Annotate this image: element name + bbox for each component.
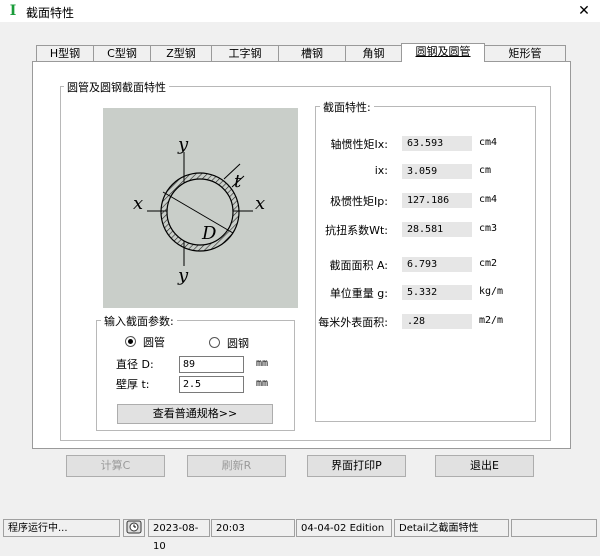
tab-rect-tube[interactable]: 矩形管 [484,45,566,62]
prop-label-weight: 单位重量 g: [329,287,388,300]
prop-value-surface: .28 [402,314,472,329]
status-bar: 程序运行中... 2023-08-10 20:03 04-04-02 Editi… [0,517,600,552]
prop-unit-ip: cm4 [479,194,498,205]
tab-z-steel[interactable]: Z型钢 [150,45,212,62]
prop-unit-ix-radius: cm [479,165,492,176]
prop-label-area: 截面面积 A: [329,259,388,272]
refresh-button[interactable]: 刷新R [187,455,286,477]
prop-value-area: 6.793 [402,257,472,272]
exit-button[interactable]: 退出E [435,455,534,477]
status-empty [511,519,597,537]
prop-label-ix-radius: ix: [374,164,388,177]
radio-bar[interactable] [209,337,220,348]
status-time: 20:03 [211,519,295,537]
tab-h-steel[interactable]: H型钢 [36,45,94,62]
status-date: 2023-08-10 [148,519,210,552]
title-bar: I 截面特性 ✕ [0,0,600,22]
tab-i-beam[interactable]: 工字钢 [211,45,279,62]
window-title: 截面特性 [26,6,75,20]
label-t: t [234,171,242,192]
thickness-unit: mm [256,378,269,389]
tab-round-tube[interactable]: 圆钢及圆管 [401,43,485,62]
status-edition: 04-04-02 Edition [296,519,392,537]
calc-button[interactable]: 计算C [66,455,165,477]
prop-value-weight: 5.332 [402,285,472,300]
radio-tube[interactable] [125,336,136,347]
section-group-label: 圆管及圆钢截面特性 [64,79,169,95]
diameter-input[interactable]: 89 [179,356,244,373]
status-running: 程序运行中... [3,519,120,537]
tab-angle[interactable]: 角钢 [345,45,402,62]
close-button[interactable]: ✕ [570,0,598,22]
prop-unit-wt: cm3 [479,223,498,234]
label-y-bottom: y [177,265,189,286]
print-button[interactable]: 界面打印P [307,455,406,477]
thickness-input[interactable]: 2.5 [179,376,244,393]
prop-unit-area: cm2 [479,258,498,269]
prop-unit-ix-moment: cm4 [479,137,498,148]
prop-label-ix-moment: 轴惯性矩Ix: [330,138,388,151]
tube-inner [166,178,234,246]
thickness-label: 壁厚 t: [116,378,150,391]
prop-label-wt: 抗扭系数Wt: [325,224,388,237]
prop-unit-weight: kg/m [479,286,504,297]
prop-label-ip: 极惯性矩Ip: [330,195,388,208]
prop-value-ip: 127.186 [402,193,472,208]
tab-c-steel[interactable]: C型钢 [93,45,151,62]
view-spec-button[interactable]: 查看普通规格>> [117,404,273,424]
app-icon: I [9,3,17,19]
label-y-top: y [177,134,189,155]
clock-icon [123,519,145,537]
label-x-left: x [133,193,143,214]
prop-value-wt: 28.581 [402,222,472,237]
label-D: D [201,223,217,244]
prop-value-ix-radius: 3.059 [402,164,472,179]
radio-bar-label: 圆钢 [227,337,249,350]
prop-unit-surface: m2/m [479,315,504,326]
diameter-unit: mm [256,358,269,369]
radio-tube-label: 圆管 [143,336,165,349]
input-group-label: 输入截面参数: [101,313,177,329]
status-detail: Detail之截面特性 [394,519,509,537]
prop-value-ix-moment: 63.593 [402,136,472,151]
tab-channel[interactable]: 槽钢 [278,45,346,62]
diameter-label: 直径 D: [116,358,154,371]
properties-group-label: 截面特性: [320,99,374,115]
